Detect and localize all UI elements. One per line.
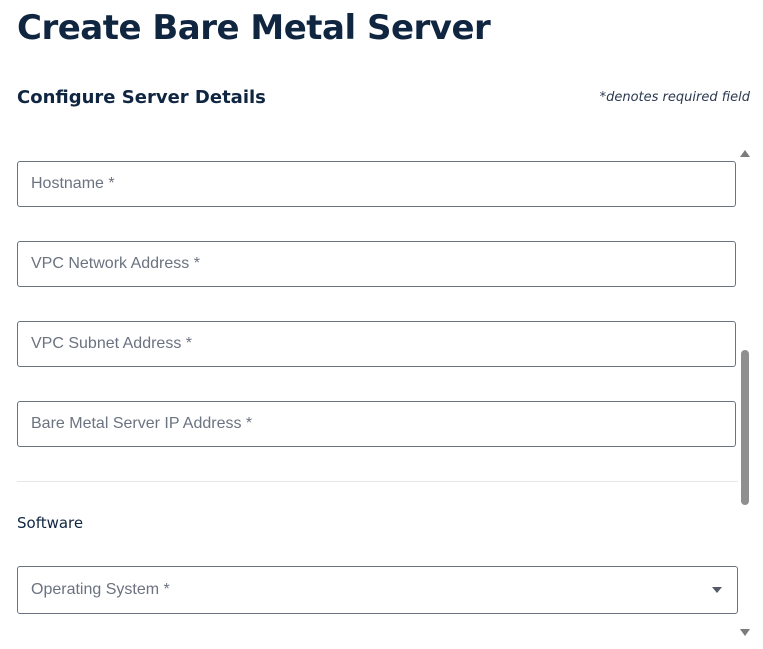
chevron-down-icon [712,587,722,593]
arrow-down-icon[interactable] [740,629,750,636]
section-divider [17,481,738,482]
page-title: Create Bare Metal Server [17,8,491,48]
hostname-input[interactable] [18,162,735,206]
required-field-note: *denotes required field [599,90,750,105]
server-ip-address-input[interactable] [18,402,735,446]
form-scroll-area: Software Operating System * [0,148,763,649]
vpc-subnet-address-input[interactable] [18,322,735,366]
operating-system-placeholder: Operating System * [31,581,170,598]
scrollbar-thumb[interactable] [741,350,749,505]
hostname-field[interactable] [17,161,736,207]
vpc-subnet-address-field[interactable] [17,321,736,367]
arrow-up-icon[interactable] [740,150,750,157]
vpc-network-address-field[interactable] [17,241,736,287]
server-ip-address-field[interactable] [17,401,736,447]
operating-system-select[interactable]: Operating System * [17,566,738,614]
software-section-label: Software [17,514,84,532]
section-title: Configure Server Details [17,87,266,108]
vpc-network-address-input[interactable] [18,242,735,286]
vertical-scrollbar[interactable] [739,150,751,636]
